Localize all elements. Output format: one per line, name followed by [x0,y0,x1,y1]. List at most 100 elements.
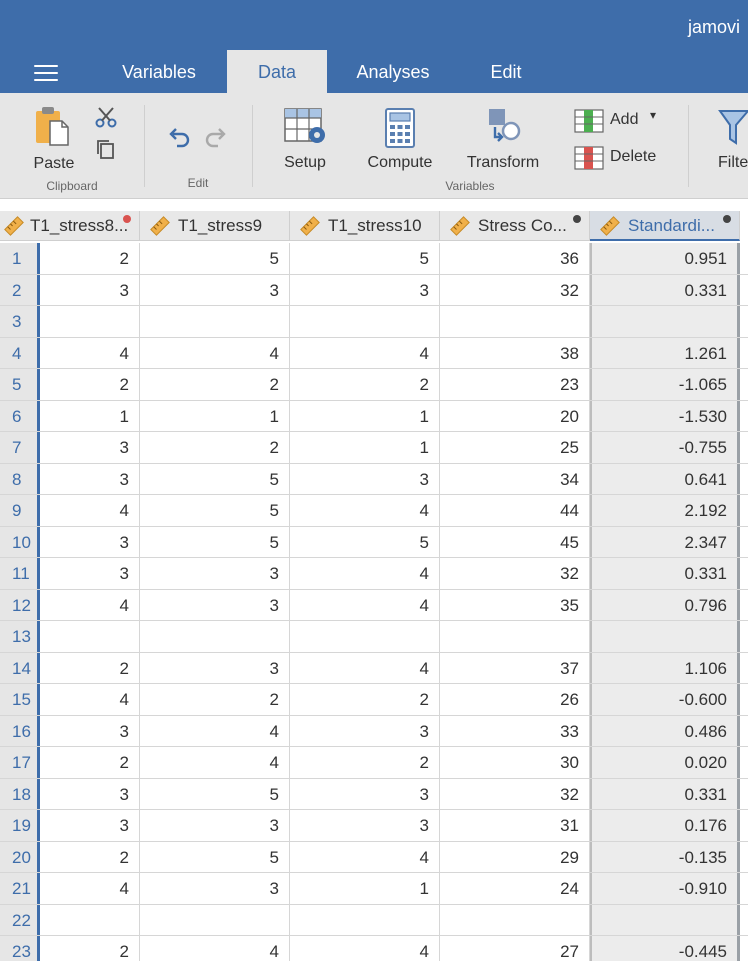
table-cell[interactable]: 3 [40,715,140,746]
row-number[interactable]: 9 [0,495,40,526]
column-header-standardized[interactable]: Standardi... [590,211,740,241]
table-cell[interactable]: 25 [440,432,590,463]
table-cell[interactable]: 3 [290,463,440,494]
table-cell[interactable]: 2 [140,684,290,715]
hamburger-menu-icon[interactable] [34,65,58,83]
table-cell[interactable]: 4 [40,873,140,904]
table-cell[interactable]: -0.910 [590,873,740,904]
table-cell[interactable]: 0.486 [590,715,740,746]
table-cell[interactable]: 3 [140,810,290,841]
table-cell[interactable]: 5 [140,243,290,274]
row-number[interactable]: 23 [0,936,40,961]
table-cell[interactable]: 34 [440,463,590,494]
table-cell[interactable] [290,904,440,935]
column-header-t1-stress10[interactable]: T1_stress10 [290,211,440,241]
table-cell[interactable]: 44 [440,495,590,526]
table-cell[interactable]: 5 [140,841,290,872]
table-cell[interactable]: 4 [290,841,440,872]
table-cell[interactable]: 5 [140,495,290,526]
table-cell[interactable]: 0.176 [590,810,740,841]
table-cell[interactable]: 5 [140,778,290,809]
redo-icon[interactable] [203,126,229,152]
table-cell[interactable]: -0.135 [590,841,740,872]
table-cell[interactable]: 3 [290,715,440,746]
table-cell[interactable]: 0.331 [590,778,740,809]
row-number[interactable]: 15 [0,684,40,715]
table-cell[interactable]: 3 [40,274,140,305]
table-cell[interactable] [290,306,440,337]
table-cell[interactable]: 4 [290,558,440,589]
table-cell[interactable]: 1 [290,400,440,431]
table-cell[interactable]: 31 [440,810,590,841]
table-cell[interactable]: 0.641 [590,463,740,494]
table-cell[interactable]: 2 [40,841,140,872]
table-cell[interactable]: 4 [140,747,290,778]
table-cell[interactable] [40,621,140,652]
column-header-stress-composite[interactable]: Stress Co... [440,211,590,241]
table-cell[interactable]: 5 [290,243,440,274]
table-cell[interactable] [290,621,440,652]
table-cell[interactable]: 0.796 [590,589,740,620]
column-header-t1-stress9[interactable]: T1_stress9 [140,211,290,241]
table-cell[interactable]: 1 [290,873,440,904]
tab-data[interactable]: Data [227,50,327,93]
table-cell[interactable]: 2 [40,936,140,961]
table-cell[interactable]: 5 [140,463,290,494]
row-number[interactable]: 4 [0,337,40,368]
table-cell[interactable] [440,904,590,935]
table-cell[interactable]: 3 [40,463,140,494]
table-cell[interactable]: 4 [140,936,290,961]
table-cell[interactable]: 2.192 [590,495,740,526]
table-cell[interactable]: 36 [440,243,590,274]
row-number[interactable]: 18 [0,778,40,809]
table-cell[interactable] [440,306,590,337]
table-cell[interactable]: 3 [40,526,140,557]
copy-icon[interactable] [95,138,117,160]
table-cell[interactable]: 2 [140,432,290,463]
table-cell[interactable]: 2 [40,369,140,400]
table-cell[interactable]: 1 [40,400,140,431]
table-cell[interactable]: 2 [290,747,440,778]
cut-icon[interactable] [94,105,118,129]
table-cell[interactable]: 4 [40,684,140,715]
table-cell[interactable]: 2 [140,369,290,400]
row-number[interactable]: 22 [0,904,40,935]
row-number[interactable]: 5 [0,369,40,400]
table-cell[interactable]: 4 [290,652,440,683]
row-number[interactable]: 13 [0,621,40,652]
table-cell[interactable] [140,306,290,337]
table-cell[interactable]: 2 [290,369,440,400]
table-cell[interactable]: 37 [440,652,590,683]
table-cell[interactable]: 5 [140,526,290,557]
row-number[interactable]: 6 [0,400,40,431]
compute-button[interactable]: Compute [360,107,440,177]
table-cell[interactable]: 4 [40,337,140,368]
row-number[interactable]: 2 [0,274,40,305]
table-cell[interactable]: 32 [440,274,590,305]
table-cell[interactable]: 4 [40,495,140,526]
table-cell[interactable]: 3 [290,274,440,305]
table-cell[interactable]: 3 [40,778,140,809]
row-number[interactable]: 10 [0,526,40,557]
row-number[interactable]: 3 [0,306,40,337]
table-cell[interactable]: 32 [440,558,590,589]
table-cell[interactable]: 0.331 [590,274,740,305]
table-cell[interactable] [590,306,740,337]
table-cell[interactable]: 0.331 [590,558,740,589]
table-cell[interactable] [590,904,740,935]
table-cell[interactable] [440,621,590,652]
row-number[interactable]: 21 [0,873,40,904]
table-cell[interactable]: 4 [140,337,290,368]
table-cell[interactable]: 4 [40,589,140,620]
table-cell[interactable]: 1 [290,432,440,463]
transform-button[interactable]: Transform [460,107,546,177]
row-number[interactable]: 20 [0,841,40,872]
table-cell[interactable]: 1.261 [590,337,740,368]
table-cell[interactable] [140,621,290,652]
table-cell[interactable]: 3 [140,652,290,683]
table-cell[interactable]: 3 [140,274,290,305]
table-cell[interactable]: 35 [440,589,590,620]
table-cell[interactable]: 3 [40,558,140,589]
table-cell[interactable] [40,306,140,337]
row-number[interactable]: 16 [0,715,40,746]
